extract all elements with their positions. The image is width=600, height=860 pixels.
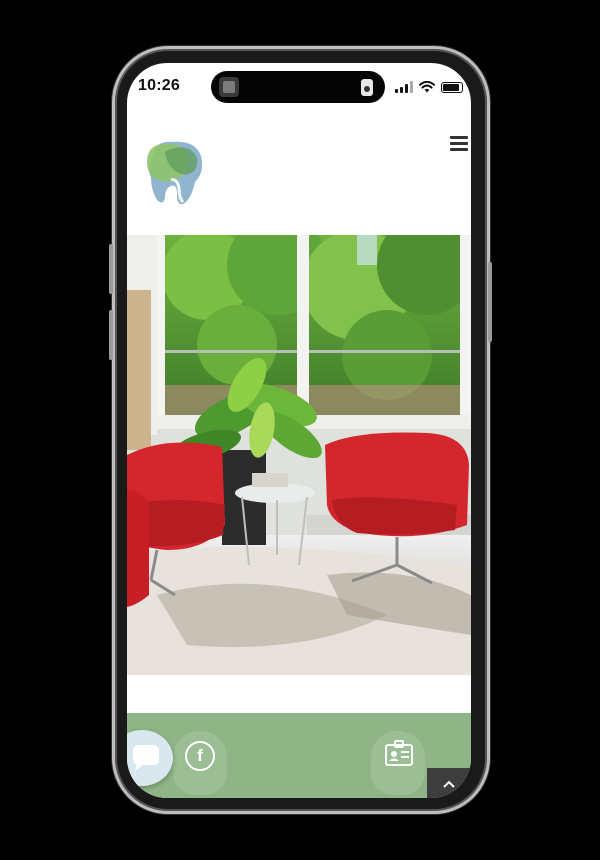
wifi-icon bbox=[419, 81, 435, 93]
tooth-logo[interactable] bbox=[143, 138, 207, 208]
status-icons bbox=[395, 79, 463, 93]
scroll-to-top-button[interactable] bbox=[427, 768, 471, 798]
volume-down-button bbox=[109, 310, 113, 360]
facebook-icon[interactable]: f bbox=[185, 741, 215, 771]
power-button bbox=[488, 262, 492, 342]
id-card-icon[interactable] bbox=[383, 739, 415, 771]
chat-bubble-icon bbox=[133, 745, 159, 771]
volume-up-button bbox=[109, 244, 113, 294]
media-thumbnail-icon bbox=[219, 77, 239, 97]
status-bar: 10:26 bbox=[127, 63, 471, 111]
chevron-up-icon bbox=[443, 780, 455, 788]
hamburger-menu-icon[interactable] bbox=[450, 136, 468, 151]
cellular-signal-icon bbox=[395, 81, 413, 93]
waiting-room-photo bbox=[127, 235, 471, 675]
speaker-icon bbox=[361, 79, 373, 96]
phone-screen: 10:26 f bbox=[127, 63, 471, 798]
status-time: 10:26 bbox=[138, 77, 180, 94]
dynamic-island bbox=[211, 71, 385, 103]
battery-icon bbox=[441, 82, 463, 93]
